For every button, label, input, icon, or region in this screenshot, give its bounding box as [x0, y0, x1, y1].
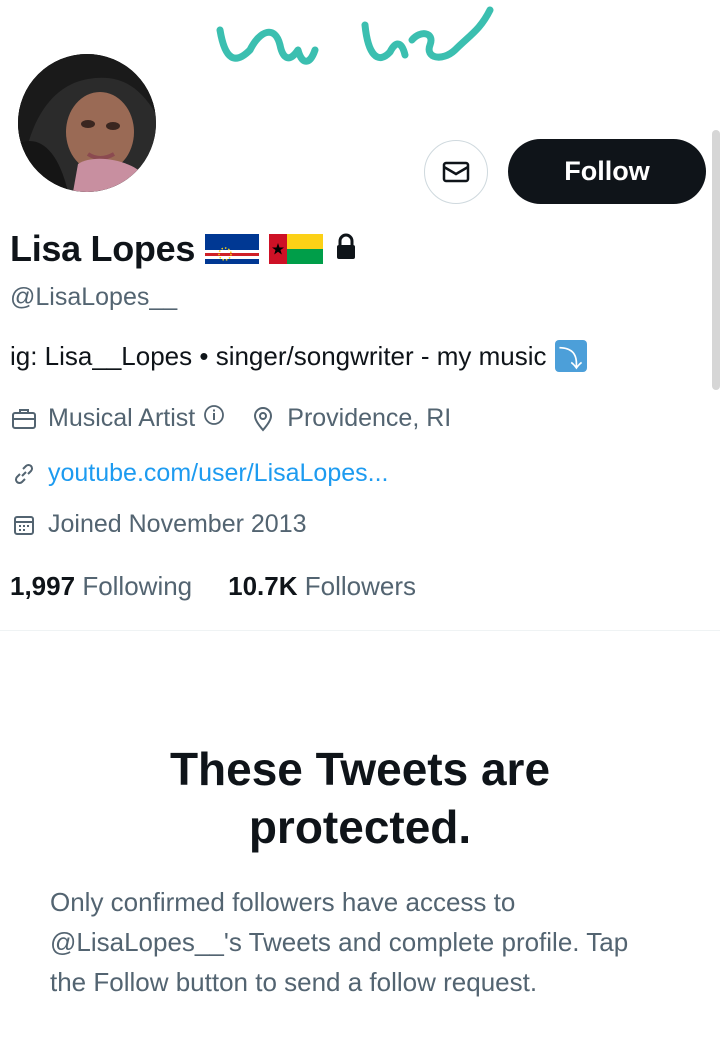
following-count: 1,997 — [10, 571, 76, 601]
message-button[interactable] — [424, 140, 488, 204]
calendar-icon — [10, 511, 38, 539]
protected-title-line2: protected. — [248, 801, 472, 853]
protected-title: These Tweets are protected. — [0, 740, 720, 856]
link-icon — [10, 460, 38, 488]
cape-verde-flag — [205, 234, 260, 264]
info-icon[interactable] — [203, 404, 225, 433]
followers-link[interactable]: 10.7K Followers — [228, 571, 416, 602]
followers-count: 10.7K — [228, 571, 298, 601]
avatar[interactable] — [14, 50, 160, 196]
profile-bio: ig: Lisa__Lopes • singer/songwriter - my… — [10, 340, 587, 373]
briefcase-icon — [10, 405, 38, 433]
profile-joined: Joined November 2013 — [48, 510, 307, 538]
profile-category: Musical Artist — [48, 404, 196, 432]
banner-script-lettering — [216, 6, 494, 65]
profile-location: Providence, RI — [287, 404, 452, 432]
bio-text: ig: Lisa__Lopes • singer/songwriter - my… — [10, 340, 547, 371]
protected-title-line1: These Tweets are — [169, 743, 551, 795]
location-pin-icon — [249, 405, 277, 433]
protected-body: Only confirmed followers have access to … — [50, 887, 629, 997]
arrow-down-emoji-icon: ⤵ — [554, 340, 587, 373]
profile-name-row: Lisa Lopes — [10, 224, 359, 274]
divider — [0, 630, 720, 631]
guinea-bissau-flag — [269, 234, 324, 264]
profile-meta-row: Musical Artist Providence, RI — [10, 404, 451, 433]
lock-icon — [333, 232, 359, 267]
avatar-photo — [18, 54, 156, 192]
followers-label: Followers — [304, 571, 417, 601]
profile-handle: @LisaLopes__ — [10, 283, 178, 311]
profile-joined-row: Joined November 2013 — [10, 510, 307, 539]
following-link[interactable]: 1,997 Following — [10, 571, 192, 602]
scrollbar[interactable] — [712, 130, 720, 390]
envelope-icon — [442, 161, 470, 183]
profile-name: Lisa Lopes — [10, 228, 196, 269]
profile-stats: 1,997 Following 10.7K Followers — [10, 571, 416, 602]
profile-website-link[interactable]: youtube.com/user/LisaLopes... — [48, 459, 388, 488]
profile-website-row: youtube.com/user/LisaLopes... — [10, 459, 388, 488]
follow-button[interactable]: Follow — [508, 139, 706, 204]
following-label: Following — [82, 571, 193, 601]
